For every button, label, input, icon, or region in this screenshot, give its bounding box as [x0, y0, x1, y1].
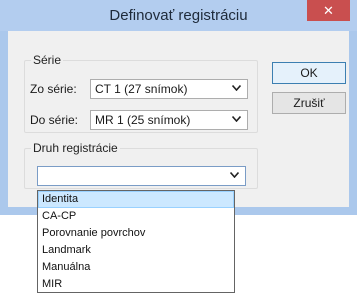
- chevron-down-icon: [231, 111, 242, 129]
- registration-type-label: Druh registrácie: [33, 141, 118, 155]
- series-group-label: Série: [33, 53, 62, 67]
- cancel-button[interactable]: Zrušiť: [272, 92, 346, 114]
- dialog-client-area: Série Zo série: CT 1 (27 snímok) Do séri…: [8, 31, 349, 207]
- registration-dialog: Definovať registráciu ✕ Série Zo série: …: [0, 0, 357, 215]
- from-series-label: Zo série:: [30, 82, 77, 96]
- close-icon: ✕: [323, 3, 334, 18]
- dropdown-item-landmark[interactable]: Landmark: [38, 242, 234, 259]
- registration-type-select[interactable]: [37, 166, 246, 186]
- dropdown-item-manualna[interactable]: Manuálna: [38, 259, 234, 276]
- dropdown-item-mir[interactable]: MIR: [38, 276, 234, 292]
- dialog-title: Definovať registráciu: [109, 7, 248, 24]
- from-series-value: CT 1 (27 snímok): [95, 82, 188, 96]
- dropdown-item-identita[interactable]: Identita: [38, 191, 234, 208]
- to-series-select[interactable]: MR 1 (25 snímok): [90, 110, 248, 130]
- registration-type-dropdown-list: Identita CA-CP Porovnanie povrchov Landm…: [37, 190, 235, 293]
- to-series-value: MR 1 (25 snímok): [95, 113, 191, 127]
- to-series-label: Do série:: [30, 113, 79, 127]
- title-bar[interactable]: Definovať registráciu ✕: [0, 0, 357, 31]
- chevron-down-icon: [229, 167, 240, 185]
- dropdown-item-ca-cp[interactable]: CA-CP: [38, 208, 234, 225]
- ok-button[interactable]: OK: [272, 62, 346, 84]
- close-button[interactable]: ✕: [307, 0, 350, 21]
- dropdown-item-porovnanie-povrchov[interactable]: Porovnanie povrchov: [38, 225, 234, 242]
- chevron-down-icon: [231, 80, 242, 98]
- from-series-select[interactable]: CT 1 (27 snímok): [90, 79, 248, 99]
